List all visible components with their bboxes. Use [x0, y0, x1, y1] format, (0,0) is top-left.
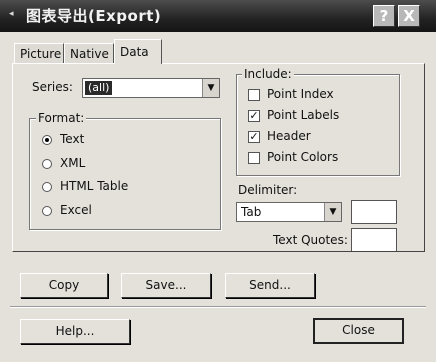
close-button[interactable]: Close — [313, 318, 404, 344]
window-title: 图表导出(Export) — [26, 7, 162, 25]
send-button[interactable]: Send... — [225, 273, 315, 298]
include-group-label: Include: — [242, 67, 294, 81]
tab-panel-data — [12, 63, 425, 252]
help-title-button[interactable]: ? — [373, 5, 395, 27]
button-separator — [10, 306, 426, 308]
tab-data[interactable]: Data — [114, 39, 162, 64]
tab-picture[interactable]: Picture — [14, 43, 64, 63]
window-menu-icon[interactable]: ◂ — [9, 9, 17, 21]
format-group-label: Format: — [36, 111, 87, 125]
tab-native[interactable]: Native — [64, 43, 114, 63]
save-button[interactable]: Save... — [121, 273, 211, 298]
help-button[interactable]: Help... — [20, 319, 130, 344]
copy-button[interactable]: Copy — [20, 273, 108, 298]
close-title-button[interactable]: X — [398, 5, 420, 27]
title-bar[interactable]: ◂ 图表导出(Export) ? X — [0, 0, 436, 32]
